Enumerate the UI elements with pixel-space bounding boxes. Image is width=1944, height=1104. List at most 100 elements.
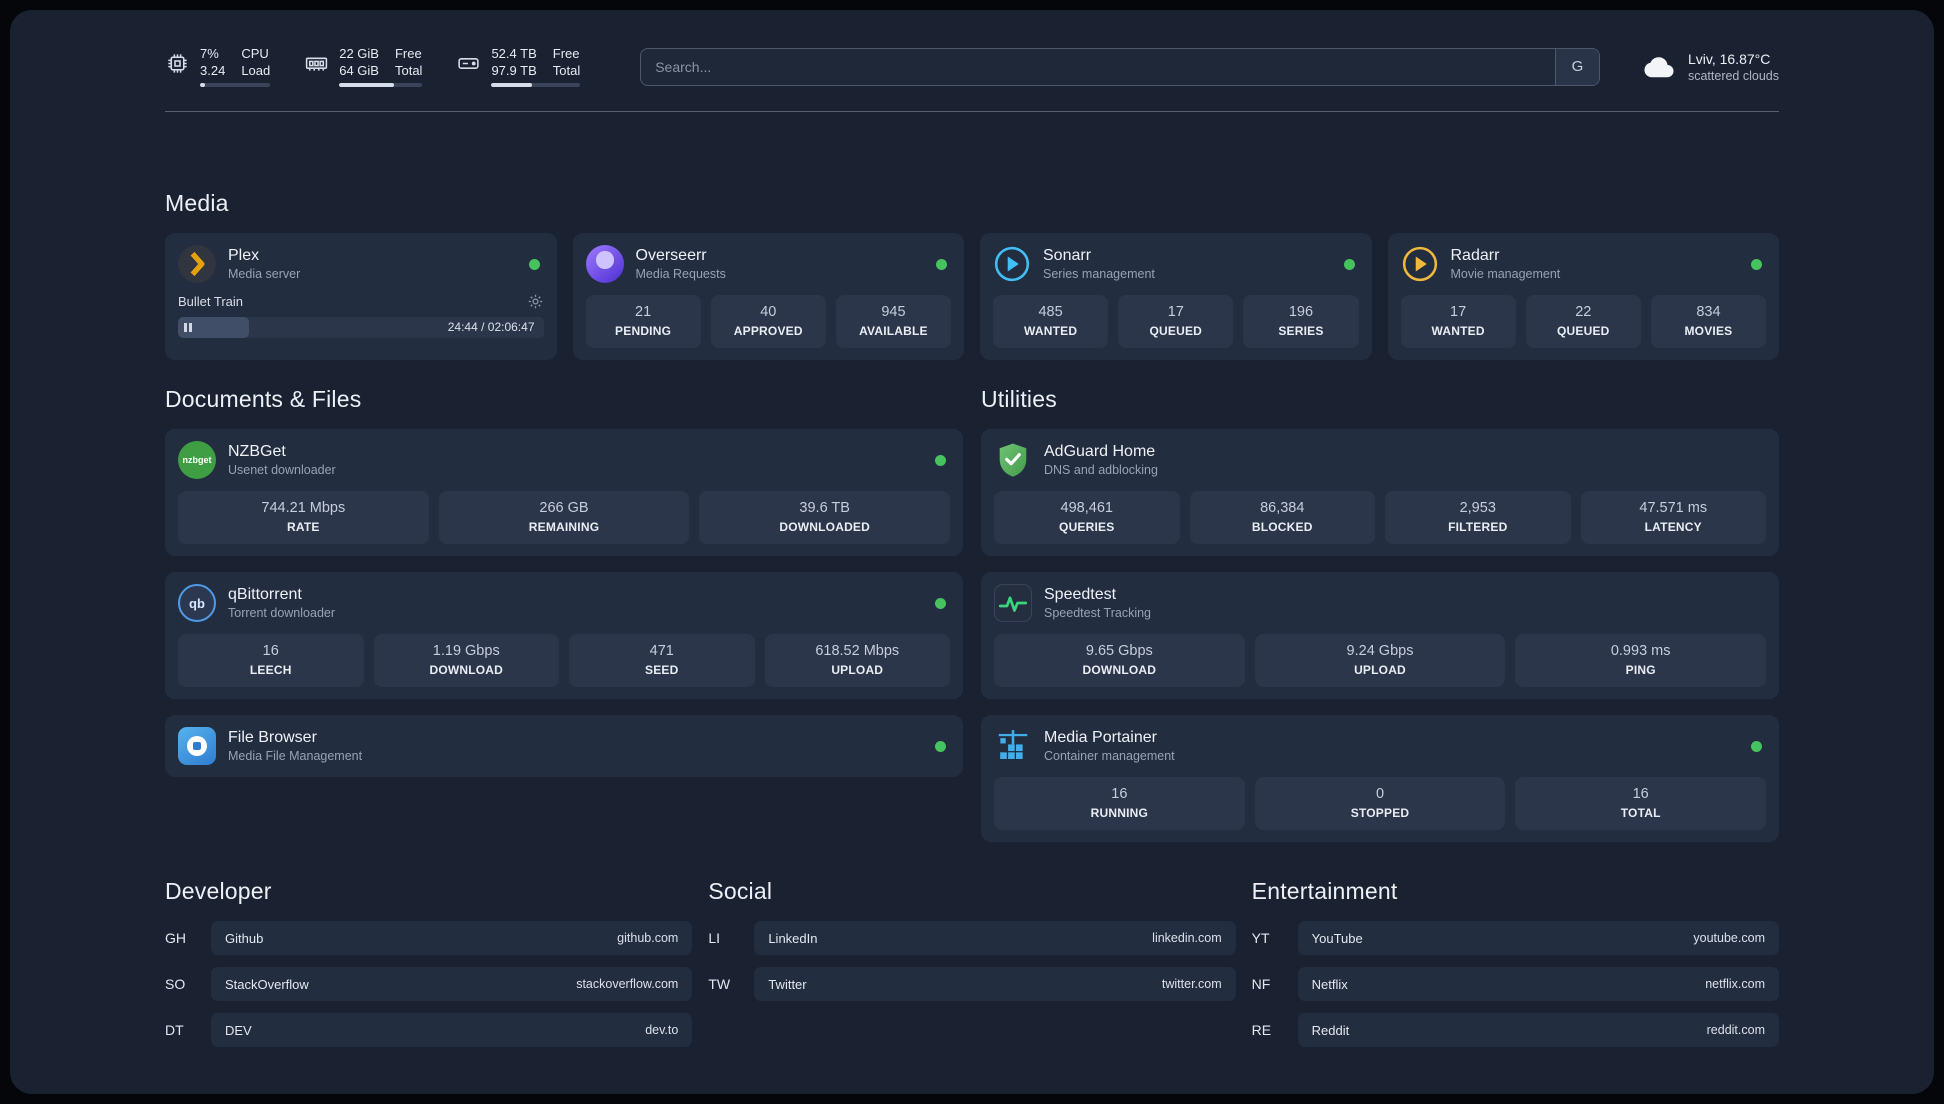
playback-time: 24:44 / 02:06:47 (447, 320, 535, 334)
stat-download: 9.65 Gbps DOWNLOAD (994, 634, 1245, 687)
bookmark-row: TW Twitter twitter.com (708, 967, 1236, 1001)
stat-download: 1.19 Gbps DOWNLOAD (373, 634, 559, 687)
qbittorrent-titles: qBittorrent Torrent downloader (228, 585, 335, 621)
app-name: Media Portainer (1044, 729, 1157, 746)
stat-approved: 40 APPROVED (710, 295, 826, 348)
plex-now-playing: Bullet Train 24:44 / 02:06:47 (178, 293, 544, 338)
app-card-adguard[interactable]: AdGuard Home DNS and adblocking 498,461 … (981, 429, 1779, 556)
stat-ping: 0.993 ms PING (1515, 634, 1767, 687)
bookmark-link-github[interactable]: Github github.com (211, 921, 693, 955)
disk-icon (456, 51, 481, 76)
status-dot (935, 597, 946, 609)
section-title-utilities: Utilities (981, 386, 1057, 412)
section-title-entertainment: Entertainment (1251, 878, 1398, 904)
portainer-icon (994, 727, 1032, 765)
bookmark-abbr: RE (1251, 1022, 1272, 1038)
ram-label-2: Total (394, 63, 423, 78)
stat-wanted: 17 WANTED (1400, 295, 1516, 348)
section-title-documents: Documents & Files (165, 386, 362, 412)
stat-running: 16 RUNNING (994, 777, 1245, 830)
status-dot (1343, 258, 1355, 270)
stat-leech: 16 LEECH (178, 634, 364, 687)
bookmark-abbr: GH (165, 930, 186, 946)
search-engine-button[interactable]: G (1554, 48, 1599, 85)
stat-total: 16 TOTAL (1515, 777, 1767, 830)
app-subtitle: Usenet downloader (228, 463, 336, 477)
cpu-load: 3.24 (200, 63, 226, 78)
stat-upload: 618.52 Mbps UPLOAD (764, 634, 950, 687)
section-title-developer: Developer (165, 878, 272, 904)
app-subtitle: Media server (228, 267, 301, 281)
dashboard-page: 7% CPU 3.24 Load 22 GiB Free 64 GiB Tota… (10, 10, 1934, 1094)
radarr-icon (1401, 245, 1439, 283)
app-card-nzbget[interactable]: nzbget NZBGet Usenet downloader 744.21 M… (165, 429, 963, 556)
app-card-qbittorrent[interactable]: qb qBittorrent Torrent downloader 16 LEE… (165, 572, 963, 699)
app-card-overseerr[interactable]: Overseerr Media Requests 21 PENDING 40 A… (572, 233, 964, 360)
stat-rate: 744.21 Mbps RATE (178, 491, 429, 544)
nzbget-titles: NZBGet Usenet downloader (228, 442, 336, 478)
disk-usage-fill (491, 83, 533, 87)
ram-usage-fill (339, 83, 395, 87)
app-subtitle: Speedtest Tracking (1044, 606, 1152, 620)
bookmark-link-stackoverflow[interactable]: StackOverflow stackoverflow.com (211, 967, 693, 1001)
pause-icon[interactable] (184, 323, 192, 332)
now-playing-title: Bullet Train (178, 294, 244, 309)
stat-queued: 22 QUEUED (1525, 295, 1641, 348)
bookmark-link-netflix[interactable]: Netflix netflix.com (1297, 967, 1779, 1001)
disk-stat: 52.4 TB Free 97.9 TB Total (456, 46, 581, 87)
app-name: qBittorrent (228, 586, 302, 603)
playback-progress-bar[interactable]: 24:44 / 02:06:47 (178, 317, 544, 338)
weather-condition: scattered clouds (1687, 68, 1779, 83)
stat-downloaded: 39.6 TB DOWNLOADED (699, 491, 951, 544)
stat-upload: 9.24 Gbps UPLOAD (1254, 634, 1506, 687)
app-subtitle: DNS and adblocking (1044, 463, 1158, 477)
disk-stat-body: 52.4 TB Free 97.9 TB Total (491, 46, 581, 87)
weather-widget[interactable]: Lviv, 16.87°C scattered clouds (1638, 50, 1779, 84)
bookmark-link-twitter[interactable]: Twitter twitter.com (754, 967, 1236, 1001)
plex-titles: Plex Media server (228, 246, 300, 282)
app-card-plex[interactable]: Plex Media server Bullet Train 24:44 / 0… (165, 233, 557, 360)
stat-stopped: 0 STOPPED (1254, 777, 1506, 830)
ram-free: 22 GiB (339, 46, 379, 61)
app-subtitle: Movie management (1450, 267, 1561, 281)
overseerr-titles: Overseerr Media Requests (636, 246, 726, 282)
nzbget-icon: nzbget (178, 441, 216, 479)
bookmark-link-linkedin[interactable]: LinkedIn linkedin.com (754, 921, 1236, 955)
bookmark-row: DT DEV dev.to (165, 1013, 693, 1047)
ram-stat-body: 22 GiB Free 64 GiB Total (339, 46, 423, 87)
cpu-usage-bar (200, 83, 271, 87)
status-dot (936, 258, 947, 270)
app-card-sonarr[interactable]: Sonarr Series management 485 WANTED 17 Q… (980, 233, 1372, 360)
section-title-media: Media (165, 190, 229, 216)
bookmark-abbr: SO (165, 976, 186, 992)
bookmark-row: NF Netflix netflix.com (1252, 967, 1779, 1001)
app-card-speedtest[interactable]: Speedtest Speedtest Tracking 9.65 Gbps D… (981, 572, 1779, 699)
section-media: Media Plex Media server Bullet Train 24:… (165, 190, 1779, 360)
adguard-icon (994, 441, 1032, 479)
app-subtitle: Media File Management (228, 749, 363, 763)
app-card-portainer[interactable]: Media Portainer Container management 16 … (981, 715, 1779, 842)
stat-latency: 47.571 ms LATENCY (1580, 491, 1766, 544)
bookmark-link-youtube[interactable]: YouTube youtube.com (1297, 921, 1779, 955)
search-input[interactable] (641, 48, 1555, 85)
bookmark-link-reddit[interactable]: Reddit reddit.com (1297, 1013, 1779, 1047)
app-card-filebrowser[interactable]: File Browser Media File Management (165, 715, 963, 777)
gear-icon[interactable] (527, 293, 544, 310)
cpu-label-2: Load (241, 63, 271, 78)
stat-remaining: 266 GB REMAINING (438, 491, 690, 544)
cpu-stat: 7% CPU 3.24 Load (165, 46, 271, 87)
section-utilities: Utilities AdGuard Home DNS and adblockin… (981, 386, 1779, 842)
bookmark-link-dev[interactable]: DEV dev.to (211, 1013, 693, 1047)
app-name: Speedtest (1044, 586, 1117, 603)
app-name: Sonarr (1043, 247, 1092, 264)
ram-label-1: Free (394, 46, 422, 61)
topbar-divider (165, 111, 1779, 112)
ram-total: 64 GiB (339, 63, 379, 78)
stat-blocked: 86,384 BLOCKED (1189, 491, 1375, 544)
app-card-radarr[interactable]: Radarr Movie management 17 WANTED 22 QUE… (1387, 233, 1779, 360)
cpu-percent: 7% (200, 46, 219, 61)
stat-pending: 21 PENDING (585, 295, 701, 348)
filebrowser-titles: File Browser Media File Management (228, 728, 362, 764)
overseerr-icon (585, 245, 624, 283)
app-subtitle: Torrent downloader (228, 606, 336, 620)
